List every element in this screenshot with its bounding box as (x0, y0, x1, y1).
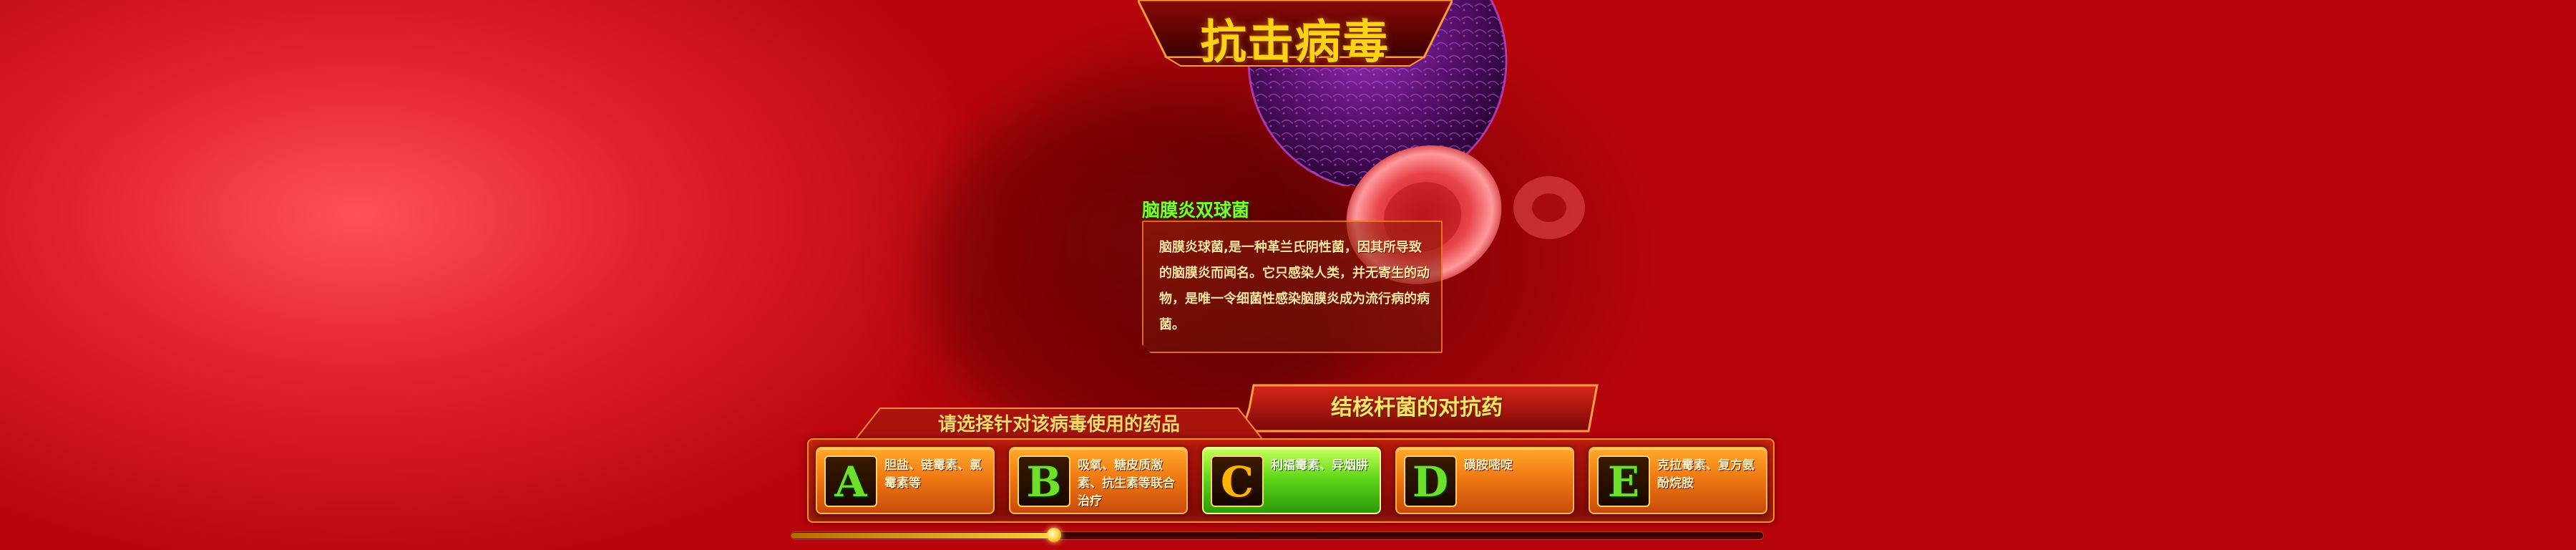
select-prompt: 请选择针对该病毒使用的药品 (937, 414, 1180, 435)
option-letter: E (1597, 455, 1650, 507)
option-e-button[interactable]: E 克拉霉素、复方氨酚烷胺 (1589, 447, 1767, 514)
option-d-button[interactable]: D 磺胺嘧啶 (1395, 447, 1574, 514)
game-stage: 抗击病毒 脑膜炎双球菌 脑膜炎球菌,是一种革兰氏阴性菌，因其所导致的脑膜炎而闻名… (0, 0, 2576, 550)
option-letter: C (1211, 455, 1264, 507)
option-text: 克拉霉素、复方氨酚烷胺 (1657, 458, 1755, 491)
virus-description-panel: 脑膜炎球菌,是一种革兰氏阴性菌，因其所导致的脑膜炎而闻名。它只感染人类，并无寄生… (1142, 221, 1443, 353)
option-letter: A (824, 455, 877, 507)
option-letter: D (1404, 455, 1457, 507)
option-text: 吸氧、糖皮质激素、抗生素等联合治疗 (1078, 458, 1175, 508)
game-title: 抗击病毒 (1201, 16, 1390, 69)
option-a-button[interactable]: A 胆盐、链霉素、氯霉素等 (816, 447, 995, 514)
option-letter: B (1018, 455, 1070, 507)
progress-knob[interactable] (1047, 528, 1061, 542)
options-row: A 胆盐、链霉素、氯霉素等 B 吸氧、糖皮质激素、抗生素等联合治疗 C 利福霉素… (816, 447, 1769, 516)
option-text: 磺胺嘧啶 (1464, 458, 1513, 473)
virus-name: 脑膜炎双球菌 (1142, 200, 1250, 221)
progress-bar (791, 528, 1764, 542)
option-text: 胆盐、链霉素、氯霉素等 (884, 458, 982, 491)
option-c-button[interactable]: C 利福霉素、异烟肼 (1202, 447, 1381, 514)
option-text: 利福霉素、异烟肼 (1271, 458, 1368, 473)
drug-name: 结核杆菌的对抗药 (1331, 395, 1503, 420)
virus-description: 脑膜炎球菌,是一种革兰氏阴性菌，因其所导致的脑膜炎而闻名。它只感染人类，并无寄生… (1159, 240, 1430, 332)
small-blood-cell-image (1513, 176, 1585, 239)
option-b-button[interactable]: B 吸氧、糖皮质激素、抗生素等联合治疗 (1009, 447, 1188, 514)
progress-fill (791, 533, 1054, 539)
